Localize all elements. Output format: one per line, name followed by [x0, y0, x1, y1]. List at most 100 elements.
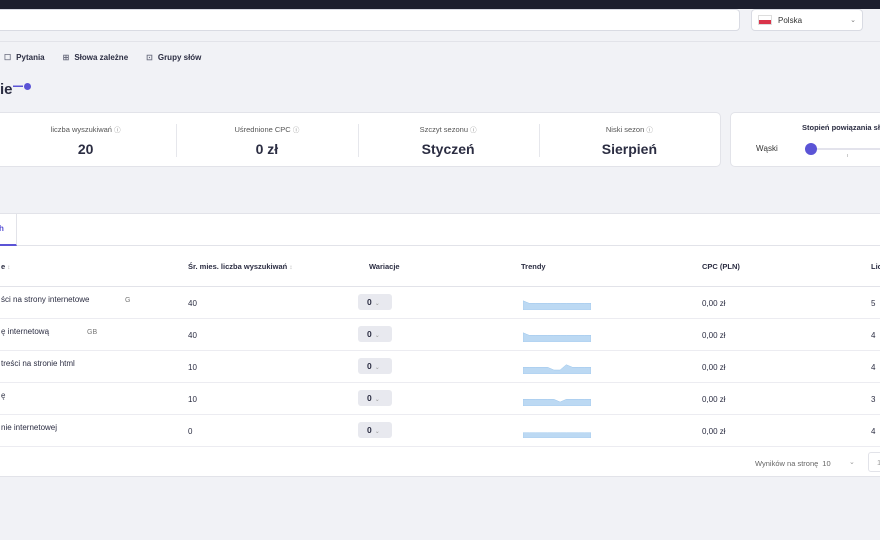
- relation-card: Stopień powiązania sł Wąski: [730, 112, 880, 167]
- chevron-down-icon: ⌄: [374, 333, 380, 339]
- column-label: Śr. mies. liczba wyszukiwań: [188, 262, 288, 271]
- column-cpc[interactable]: CPC (PLN): [702, 262, 740, 271]
- question-icon: ☐: [4, 53, 12, 62]
- stat-average-cpc: Uśrednione CPC ⓘ 0 zł: [176, 113, 357, 166]
- page-title: ie: [0, 81, 13, 98]
- row-last: 4: [871, 427, 876, 436]
- tab-active[interactable]: h: [0, 214, 17, 246]
- info-icon[interactable]: ⓘ: [293, 127, 300, 134]
- stat-value: Sierpień: [601, 141, 657, 157]
- stats-card: liczba wyszukiwań ⓘ 20 Uśrednione CPC ⓘ …: [0, 112, 721, 167]
- table-tabs: h: [0, 214, 880, 246]
- pager-label: Wyników na stronę: [755, 459, 819, 468]
- keywords-table: h e ↕ Śr. mies. liczba wyszukiwań ↕ Wari…: [0, 213, 880, 477]
- trend-area: [523, 364, 591, 374]
- info-icon[interactable]: ⓘ: [646, 127, 653, 134]
- variation-button[interactable]: 0 ⌄: [358, 294, 392, 310]
- variation-value: 0: [367, 425, 372, 435]
- stat-peak-season: Szczyt sezonu ⓘ Styczeń: [357, 113, 539, 166]
- table-row[interactable]: treści na stronie html 10 0 ⌄ 0,00 zł 4: [0, 351, 880, 383]
- window-top-bar: [0, 0, 880, 9]
- column-volume[interactable]: Śr. mies. liczba wyszukiwań ↕: [188, 262, 292, 271]
- stat-value: 20: [77, 141, 94, 157]
- sort-icon: ↕: [7, 265, 11, 271]
- variation-value: 0: [367, 329, 372, 339]
- trend-area: [523, 332, 591, 342]
- row-volume: 40: [188, 299, 197, 308]
- stat-label: liczba wyszukiwań: [50, 125, 112, 134]
- chevron-down-icon[interactable]: ⌄: [849, 458, 855, 466]
- row-last: 4: [871, 331, 876, 340]
- row-keyword[interactable]: treści na stronie html: [1, 359, 75, 368]
- nav-related-label: Słowa zależne: [74, 53, 129, 62]
- relation-slider-track[interactable]: [810, 148, 880, 150]
- row-tag: GB: [87, 329, 98, 336]
- row-volume: 0: [188, 427, 193, 436]
- column-last[interactable]: Lic: [871, 262, 880, 271]
- page-input[interactable]: 1: [868, 452, 880, 472]
- stat-label: Szczyt sezonu: [419, 125, 468, 134]
- sub-navigation: ☐ Pytania ⊞ Słowa zależne ⊡ Grupy słów: [4, 53, 201, 62]
- relation-title: Stopień powiązania sł: [802, 123, 880, 132]
- info-icon[interactable]: ⓘ: [470, 127, 477, 134]
- row-last: 5: [871, 299, 876, 308]
- tab-label: h: [0, 224, 4, 233]
- stat-label: Uśrednione CPC: [234, 125, 291, 134]
- relation-slider-handle[interactable]: [805, 143, 817, 155]
- row-cpc: 0,00 zł: [702, 299, 726, 308]
- info-icon[interactable]: [24, 83, 31, 90]
- variation-button[interactable]: 0 ⌄: [358, 326, 392, 342]
- column-keyword[interactable]: e ↕: [1, 262, 10, 271]
- table-row[interactable]: ę 10 0 ⌄ 0,00 zł 3: [0, 383, 880, 415]
- row-tag: G: [125, 297, 131, 304]
- nav-questions[interactable]: ☐ Pytania: [4, 53, 45, 62]
- row-keyword[interactable]: ę: [1, 391, 5, 400]
- variation-value: 0: [367, 297, 372, 307]
- chevron-down-icon: ⌄: [850, 17, 856, 24]
- stat-search-volume: liczba wyszukiwań ⓘ 20: [0, 113, 176, 166]
- trend-sparkline: [523, 432, 591, 438]
- variation-button[interactable]: 0 ⌄: [358, 390, 392, 406]
- table-row[interactable]: ę internetową GB 40 0 ⌄ 0,00 zł 4: [0, 319, 880, 351]
- row-cpc: 0,00 zł: [702, 363, 726, 372]
- chevron-down-icon: ⌄: [374, 301, 380, 307]
- trend-sparkline: [523, 364, 591, 374]
- country-select[interactable]: Polska ⌄: [751, 9, 863, 31]
- trend-area: [523, 399, 591, 406]
- country-label: Polska: [778, 15, 803, 25]
- trend-sparkline: [523, 399, 591, 406]
- row-keyword[interactable]: ę internetową: [1, 327, 49, 336]
- nav-groups-label: Grupy słów: [157, 53, 202, 62]
- relation-narrow-label: Wąski: [756, 144, 778, 153]
- column-variation: Wariacje: [369, 262, 400, 271]
- nav-related-keywords[interactable]: ⊞ Słowa zależne: [63, 53, 129, 62]
- per-page-value[interactable]: 10: [822, 459, 830, 468]
- info-icon[interactable]: ⓘ: [114, 127, 121, 134]
- chevron-down-icon: ⌄: [374, 397, 380, 403]
- chevron-down-icon: ⌄: [374, 365, 380, 371]
- stat-value: Styczeń: [421, 141, 475, 157]
- trend-sparkline: [523, 300, 591, 310]
- table-row[interactable]: nie internetowej 0 0 ⌄ 0,00 zł 4: [0, 415, 880, 447]
- stat-low-season: Niski sezon ⓘ Sierpień: [538, 113, 720, 166]
- column-label: e: [1, 262, 6, 271]
- table-row[interactable]: ści na strony internetowe G 40 0 ⌄ 0,00 z…: [0, 287, 880, 319]
- pagination: Wyników na stronę 10: [755, 459, 831, 468]
- row-cpc: 0,00 zł: [702, 331, 726, 340]
- poland-flag-icon: [758, 15, 772, 25]
- nav-keyword-groups[interactable]: ⊡ Grupy słów: [146, 53, 201, 62]
- trend-sparkline: [523, 332, 591, 342]
- stat-value: 0 zł: [255, 141, 279, 157]
- row-keyword[interactable]: nie internetowej: [1, 423, 57, 432]
- column-trends: Trendy: [521, 262, 546, 271]
- search-input[interactable]: [0, 9, 740, 31]
- trend-area: [523, 300, 591, 310]
- groups-icon: ⊡: [146, 53, 153, 62]
- row-volume: 40: [188, 331, 197, 340]
- variation-button[interactable]: 0 ⌄: [358, 358, 392, 374]
- variation-button[interactable]: 0 ⌄: [358, 422, 392, 438]
- row-last: 3: [871, 395, 876, 404]
- row-keyword[interactable]: ści na strony internetowe: [1, 295, 90, 304]
- row-volume: 10: [188, 363, 197, 372]
- nav-questions-label: Pytania: [16, 53, 45, 62]
